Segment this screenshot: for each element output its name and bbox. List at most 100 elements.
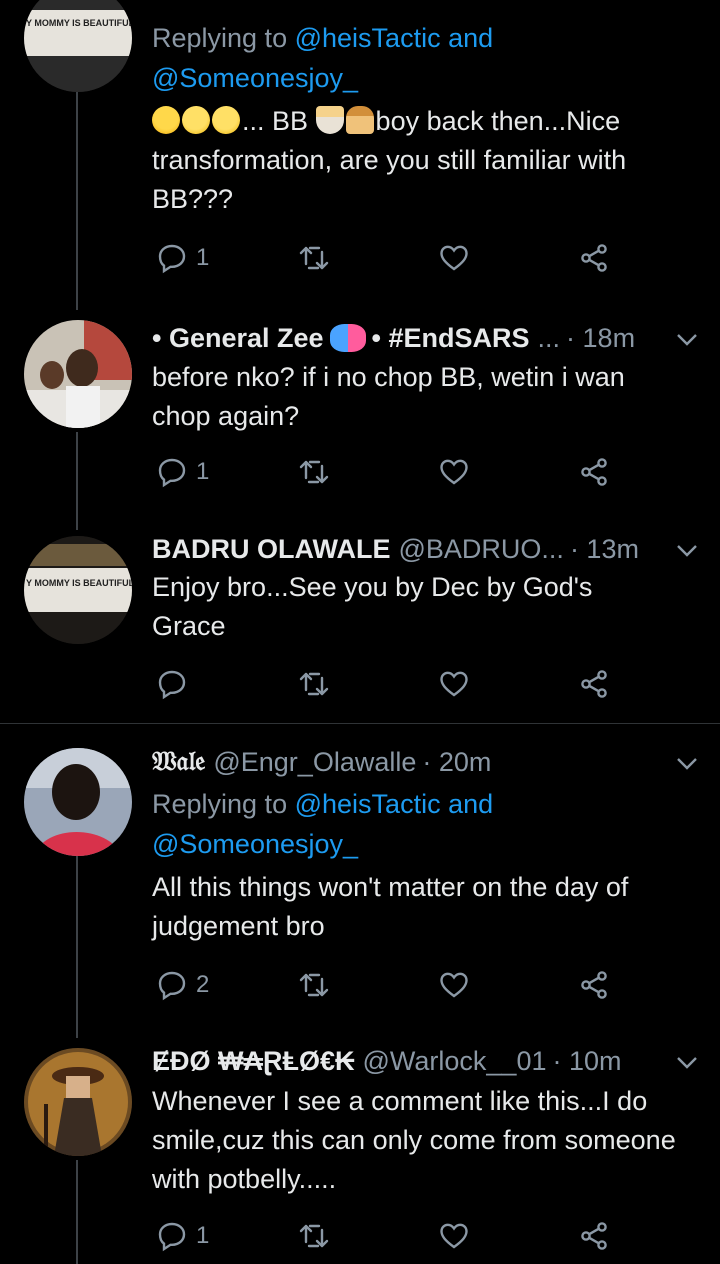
reply-icon <box>158 1222 186 1252</box>
retweet-button[interactable] <box>298 452 330 492</box>
tweet-actions <box>152 664 632 704</box>
retweet-button[interactable] <box>298 1216 330 1256</box>
retweet-button[interactable] <box>298 965 330 1005</box>
tweet-header: • General Zee • #EndSARS ... · 18m <box>152 318 708 358</box>
chevron-down-icon[interactable] <box>674 750 700 776</box>
tweet-text: Enjoy bro...See you by Dec by God's Grac… <box>152 572 593 641</box>
retweet-icon <box>299 973 329 997</box>
reply-button[interactable] <box>156 664 196 704</box>
svg-text:Y MOMMY IS BEAUTIFUL: Y MOMMY IS BEAUTIFUL <box>26 578 132 588</box>
reply-button[interactable]: 2 <box>156 965 209 1005</box>
rofl-emoji-icon <box>208 102 244 138</box>
display-name[interactable]: BADRU OLAWALE <box>152 534 391 565</box>
tweet-actions: 1 <box>152 1216 632 1256</box>
share-button[interactable] <box>578 1216 610 1256</box>
share-icon <box>581 971 607 999</box>
share-button[interactable] <box>578 452 610 492</box>
tweet-text-part: transformation, are you still familiar w… <box>152 145 627 175</box>
laughing-emoji-icon <box>152 106 180 134</box>
reply-count: 1 <box>196 1222 210 1249</box>
timestamp[interactable]: · 20m <box>422 747 491 778</box>
share-button[interactable] <box>578 664 610 704</box>
handle[interactable]: @Warlock__01 <box>363 1046 547 1077</box>
and-word: and <box>448 23 494 53</box>
reply-button[interactable]: 1 <box>156 452 209 492</box>
handle: ... <box>537 322 561 353</box>
mention-link[interactable]: @heisTactic <box>295 23 441 53</box>
avatar[interactable]: Y MOMMY IS BEAUTIFUL <box>24 536 132 644</box>
tweet-text-part: ... BB <box>242 106 309 136</box>
reply-button[interactable]: 1 <box>156 1216 209 1256</box>
reply-icon <box>158 244 186 274</box>
like-icon <box>440 972 468 998</box>
share-button[interactable] <box>578 238 610 278</box>
chevron-down-icon[interactable] <box>674 326 700 352</box>
mention-link[interactable]: @heisTactic <box>295 789 441 819</box>
share-icon <box>581 1222 607 1250</box>
avatar[interactable] <box>24 748 132 856</box>
like-button[interactable] <box>438 1216 470 1256</box>
mention-link[interactable]: @Someonesjoy_ <box>152 63 358 93</box>
noodle-emoji-icon <box>315 106 344 134</box>
thread-line <box>76 92 78 310</box>
avatar[interactable] <box>24 1048 132 1156</box>
timestamp[interactable]: · 13m <box>570 534 639 565</box>
share-icon <box>581 670 607 698</box>
tweet-text: All this things won't matter on the day … <box>152 872 629 941</box>
masks-emoji-icon <box>329 324 366 352</box>
display-name[interactable]: 𝔚𝔞𝔩𝔢 <box>152 746 205 778</box>
like-button[interactable] <box>438 664 470 704</box>
like-button[interactable] <box>438 238 470 278</box>
like-icon <box>440 671 468 697</box>
like-button[interactable] <box>438 452 470 492</box>
share-icon <box>581 244 607 272</box>
tweet-text: Whenever I see a comment like this...I d… <box>152 1086 676 1194</box>
tweet-actions: 1 <box>152 238 632 278</box>
tweet-actions: 2 <box>152 965 632 1005</box>
tweet-header: BADRU OLAWALE @BADRUO... · 13m <box>152 529 708 569</box>
tweet-header: 𝔚𝔞𝔩𝔢 @Engr_Olawalle · 20m <box>152 742 708 782</box>
retweet-button[interactable] <box>298 238 330 278</box>
timestamp[interactable]: · 10m <box>552 1046 621 1077</box>
like-icon <box>440 245 468 271</box>
chevron-down-icon[interactable] <box>674 1049 700 1075</box>
share-button[interactable] <box>578 965 610 1005</box>
reply-icon <box>158 458 186 488</box>
tweet-text-part: BB??? <box>152 184 234 214</box>
chevron-down-icon[interactable] <box>674 537 700 563</box>
display-name[interactable]: • General Zee <box>152 323 324 354</box>
avatar[interactable]: Y MOMMY IS BEAUTIFUL <box>24 0 132 92</box>
replying-label: Replying to <box>152 789 288 819</box>
tweet-header: ɆĐØ ₩₳ⱤⱠØ€₭ @Warlock__01 · 10m <box>152 1041 708 1081</box>
like-button[interactable] <box>438 965 470 1005</box>
handle[interactable]: @BADRUO... <box>399 534 564 565</box>
reply-button[interactable]: 1 <box>156 238 209 278</box>
avatar[interactable] <box>24 320 132 428</box>
tweet-text-part: boy back then...Nice <box>375 106 621 136</box>
replying-to: Replying to @heisTactic and @Someonesjoy… <box>152 18 702 98</box>
retweet-icon <box>299 1224 329 1248</box>
retweet-icon <box>299 246 329 270</box>
reply-icon <box>158 670 186 700</box>
display-name[interactable]: ɆĐØ ₩₳ⱤⱠØ€₭ <box>152 1046 355 1077</box>
and-word: and <box>448 789 494 819</box>
like-icon <box>440 459 468 485</box>
tweet-actions: 1 <box>152 452 632 492</box>
display-name-suffix[interactable]: • #EndSARS <box>372 323 530 354</box>
thread-line <box>76 432 78 530</box>
handle[interactable]: @Engr_Olawalle <box>213 747 416 778</box>
retweet-button[interactable] <box>298 664 330 704</box>
rofl-emoji-icon <box>178 102 214 138</box>
thread-line <box>76 832 78 1038</box>
reply-icon <box>158 971 186 1001</box>
reply-count: 1 <box>196 244 210 271</box>
share-icon <box>581 458 607 486</box>
retweet-icon <box>299 460 329 484</box>
replying-to: Replying to @heisTactic and @Someonesjoy… <box>152 784 702 864</box>
bread-emoji-icon <box>345 106 374 134</box>
reply-count: 1 <box>196 458 210 485</box>
replying-label: Replying to <box>152 23 288 53</box>
like-icon <box>440 1223 468 1249</box>
mention-link[interactable]: @Someonesjoy_ <box>152 829 358 859</box>
timestamp[interactable]: · 18m <box>566 323 635 354</box>
